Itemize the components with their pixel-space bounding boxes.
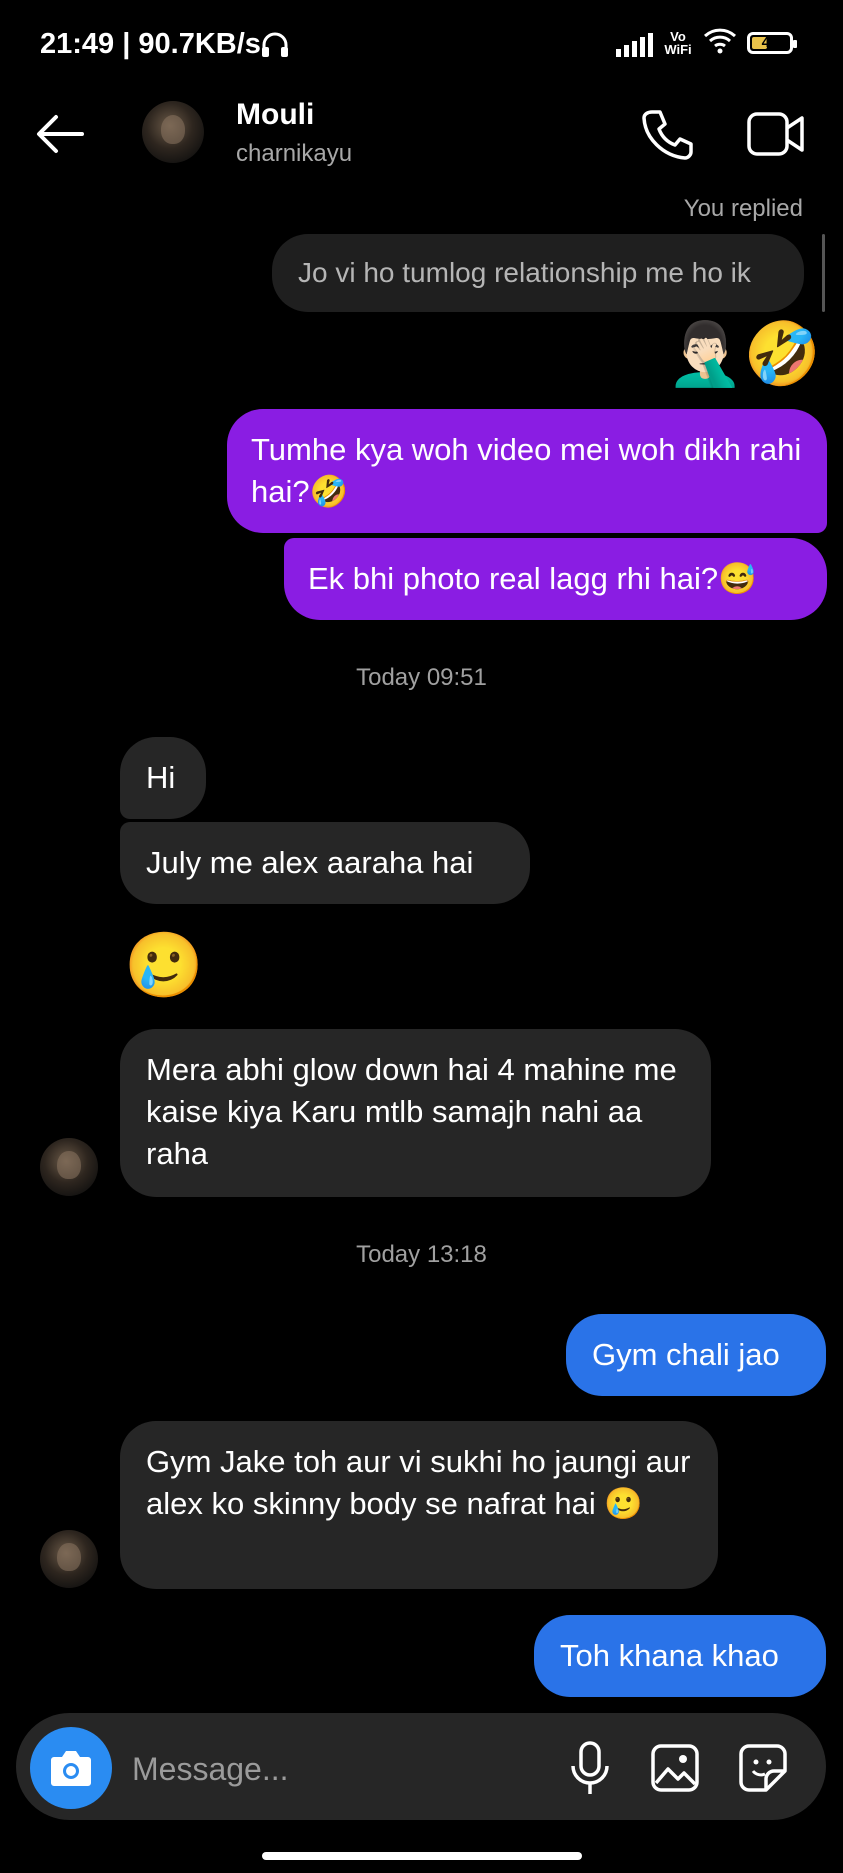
wifi-icon <box>703 26 737 59</box>
camera-button[interactable] <box>30 1727 112 1809</box>
battery-level: 41 <box>761 33 779 51</box>
vowifi-label: Vo WiFi <box>664 28 692 57</box>
reaction-emojis: 🤦🏻‍♂️🤣 <box>666 317 821 390</box>
avatar[interactable] <box>142 101 204 163</box>
contact-username[interactable]: charnikayu <box>236 140 352 168</box>
message-input[interactable] <box>130 1740 554 1798</box>
received-message-bubble[interactable]: Mera abhi glow down hai 4 mahine me kais… <box>120 1029 711 1197</box>
status-time: 21:49 | 90.7KB/s <box>40 28 261 60</box>
you-replied-label: You replied <box>683 195 803 222</box>
timestamp: Today 13:18 <box>356 1241 487 1268</box>
video-call-icon[interactable] <box>746 110 806 158</box>
headphones-icon <box>260 30 290 63</box>
received-message-bubble[interactable]: Gym Jake toh aur vi sukhi ho jaungi aur … <box>120 1421 718 1589</box>
avatar[interactable] <box>40 1530 98 1588</box>
received-emoji[interactable]: 🥲 <box>124 928 204 1004</box>
battery-icon: 41 <box>747 31 797 54</box>
status-icons: Vo WiFi 41 <box>616 26 797 59</box>
gallery-icon[interactable] <box>650 1743 700 1793</box>
contact-name[interactable]: Mouli <box>236 98 314 132</box>
camera-icon <box>51 1751 91 1786</box>
scroll-indicator <box>822 234 825 312</box>
received-message-bubble[interactable]: July me alex aaraha hai <box>120 822 530 904</box>
sent-message-bubble[interactable]: Toh khana khao <box>534 1615 826 1697</box>
received-message-bubble[interactable]: Hi <box>120 737 206 819</box>
reply-quote-bubble[interactable]: Jo vi ho tumlog relationship me ho ik <box>272 234 804 312</box>
sent-message-bubble[interactable]: Gym chali jao <box>566 1314 826 1396</box>
avatar[interactable] <box>40 1138 98 1196</box>
phone-icon[interactable] <box>640 108 694 160</box>
signal-icon <box>616 29 653 57</box>
timestamp: Today 09:51 <box>356 664 487 691</box>
home-indicator[interactable] <box>262 1852 582 1860</box>
sent-message-bubble[interactable]: Ek bhi photo real lagg rhi hai?😅 <box>284 538 827 620</box>
sticker-icon[interactable] <box>738 1743 788 1793</box>
sent-message-bubble[interactable]: Tumhe kya woh video mei woh dikh rahi ha… <box>227 409 827 533</box>
microphone-icon[interactable] <box>566 1740 614 1798</box>
back-arrow-icon[interactable] <box>34 112 86 156</box>
